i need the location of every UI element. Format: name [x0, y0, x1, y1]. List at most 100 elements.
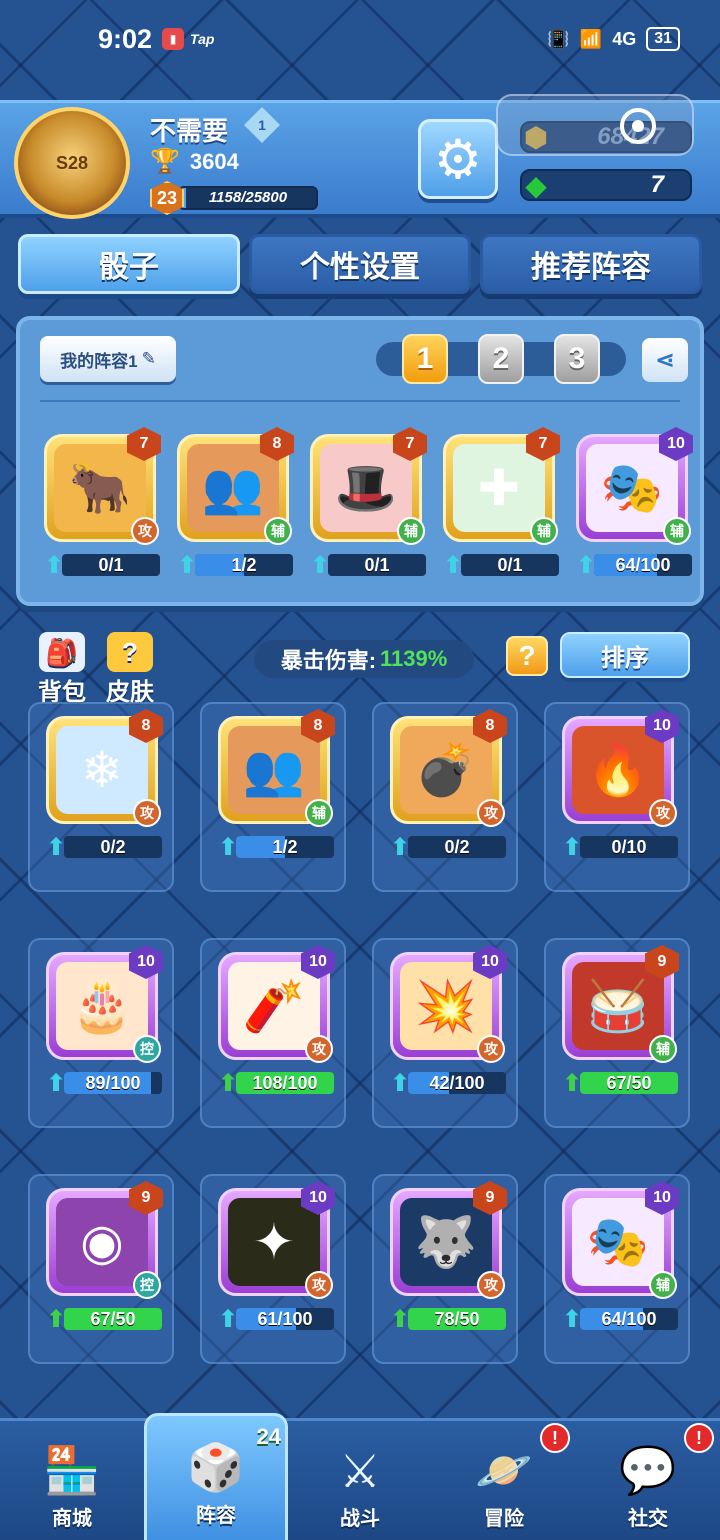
dice-card[interactable]: ✚ 7 辅 — [443, 427, 560, 545]
upgrade-arrow-icon: ⬆ — [442, 551, 464, 579]
dice-card[interactable]: 💣 8 攻 — [390, 709, 507, 827]
dice-type-badge: 攻 — [477, 799, 505, 827]
explosion-icon: 💥 — [400, 962, 492, 1050]
dice-card[interactable]: 👥 8 辅 — [218, 709, 335, 827]
dice-card[interactable]: 🎂 10 控 — [46, 945, 163, 1063]
nav-label: 商城 — [52, 1508, 92, 1530]
dice-card[interactable]: 🎭 10 辅 — [576, 427, 693, 545]
cake-icon: 🎂 — [56, 962, 148, 1050]
nav-swords[interactable]: ⚔ 战斗 — [288, 1421, 432, 1540]
upgrade-bar: 67/50 — [580, 1072, 678, 1094]
lineup-slot-3[interactable]: 3 — [554, 334, 600, 384]
dice-card[interactable]: 🎭 10 辅 — [562, 1181, 679, 1299]
nav-count-badge: 24 — [256, 1424, 281, 1449]
notification-app-icon: ▮ — [162, 28, 185, 50]
upgrade-bar: 0/10 — [580, 836, 678, 858]
dice-card[interactable]: ✦ 10 攻 — [218, 1181, 335, 1299]
dice-card[interactable]: 🐂 7 攻 — [44, 427, 161, 545]
upgrade-arrow-icon: ⬆ — [45, 833, 67, 861]
upgrade-progress-text: 67/50 — [90, 1309, 136, 1329]
tab-customize[interactable]: 个性设置 — [249, 234, 471, 294]
upgrade-progress-text: 0/2 — [100, 837, 126, 857]
edit-pencil-icon: ✎ — [141, 349, 156, 368]
upgrade-arrow-icon: ⬆ — [217, 833, 239, 861]
tab-recommended-lineups[interactable]: 推荐阵容 — [480, 234, 702, 294]
crit-damage-display: 暴击伤害: 1139% — [254, 640, 474, 678]
record-icon[interactable] — [620, 108, 656, 144]
shop-icon: 🏪 — [43, 1444, 101, 1496]
upgrade-progress-text: 61/100 — [257, 1309, 313, 1329]
gem-icon: ◆ — [525, 169, 547, 201]
player-name[interactable]: 不需要 — [150, 111, 228, 148]
screen-record-overlay[interactable] — [496, 94, 694, 156]
hat-icon: 🎩 — [320, 444, 412, 532]
trophy-icon: 🏆 — [150, 148, 180, 175]
planet-icon: 🪐 — [475, 1444, 533, 1496]
nav-dice[interactable]: 🎲 阵容 24 — [144, 1413, 288, 1540]
heal-cross-icon: ✚ — [453, 444, 545, 532]
lineup-slot-1[interactable]: 1 — [402, 334, 448, 384]
dice-card[interactable]: 🎩 7 辅 — [310, 427, 427, 545]
upgrade-arrow-icon: ⬆ — [45, 1069, 67, 1097]
network-type: 4G — [612, 28, 637, 49]
skin-button[interactable]: ? 皮肤 — [100, 632, 160, 707]
nav-chat[interactable]: 💬 社交! — [576, 1421, 720, 1540]
dice-card[interactable]: 🔥 10 攻 — [562, 709, 679, 827]
skin-icon: ? — [107, 632, 153, 672]
upgrade-arrow-icon: ⬆ — [575, 551, 597, 579]
upgrade-bar: 67/50 — [64, 1308, 162, 1330]
upgrade-progress-text: 1/2 — [272, 837, 298, 857]
firecracker-icon: 🧨 — [228, 962, 320, 1050]
tab-dice[interactable]: 骰子 — [18, 234, 240, 294]
gear-icon: ⚙ — [433, 129, 483, 190]
bottom-nav: 🏪 商城 🎲 阵容 24 ⚔ 战斗 🪐 冒险! 💬 社交! — [0, 1413, 720, 1540]
dice-type-badge: 控 — [133, 1271, 161, 1299]
upgrade-progress-text: 64/100 — [615, 555, 671, 575]
dice-card[interactable]: 💥 10 攻 — [390, 945, 507, 1063]
nav-alert-badge: ! — [540, 1423, 570, 1453]
lineup-slot-2[interactable]: 2 — [478, 334, 524, 384]
question-icon: ? — [518, 640, 536, 671]
vip-icon[interactable]: 1 — [244, 107, 280, 143]
dice-upgrade-progress: ⬆ 0/1 — [306, 552, 426, 579]
crit-damage-value: 1139% — [380, 646, 448, 671]
dice-card[interactable]: 🐺 9 攻 — [390, 1181, 507, 1299]
dice-type-badge: 攻 — [477, 1035, 505, 1063]
bag-button[interactable]: 🎒 背包 — [32, 632, 92, 707]
upgrade-arrow-icon: ⬆ — [217, 1305, 239, 1333]
upgrade-progress-text: 67/50 — [606, 1073, 652, 1093]
dice-card[interactable]: 🥁 9 辅 — [562, 945, 679, 1063]
share-icon: ⋖ — [654, 346, 676, 374]
nav-planet[interactable]: 🪐 冒险! — [432, 1421, 576, 1540]
nav-label: 战斗 — [340, 1508, 380, 1530]
help-button[interactable]: ? — [506, 636, 548, 676]
vibrate-icon: 📳 — [547, 28, 570, 49]
bull-icon: 🐂 — [54, 444, 146, 532]
my-lineup-button[interactable]: 我的阵容1 ✎ — [40, 336, 176, 382]
dice-card[interactable]: ◉ 9 控 — [46, 1181, 163, 1299]
upgrade-arrow-icon: ⬆ — [176, 551, 198, 579]
rank-badge[interactable]: S28 — [14, 107, 130, 219]
dice-card[interactable]: ❄ 8 攻 — [46, 709, 163, 827]
upgrade-bar: 108/100 — [236, 1072, 334, 1094]
upgrade-bar: 1/2 — [195, 554, 293, 576]
settings-button[interactable]: ⚙ — [418, 119, 498, 199]
upgrade-progress-text: 0/2 — [444, 837, 470, 857]
dice-upgrade-progress: ⬆ 1/2 — [173, 551, 293, 579]
xp-text: 1158/25800 — [208, 189, 288, 206]
tap-app-tag: Tap — [190, 31, 215, 47]
sort-button[interactable]: 排序 — [560, 632, 690, 678]
nav-shop[interactable]: 🏪 商城 — [0, 1421, 144, 1540]
share-button[interactable]: ⋖ — [642, 338, 688, 382]
upgrade-progress-text: 108/100 — [252, 1073, 318, 1093]
upgrade-bar: 1/2 — [236, 836, 334, 858]
dice-type-badge: 辅 — [305, 799, 333, 827]
dice-card[interactable]: 👥 8 辅 — [177, 427, 294, 545]
dice-type-badge: 辅 — [264, 517, 292, 545]
dice-card[interactable]: 🧨 10 攻 — [218, 945, 335, 1063]
dice-type-badge: 辅 — [649, 1035, 677, 1063]
upgrade-progress-text: 42/100 — [429, 1073, 485, 1093]
gem-balance[interactable]: ◆ 7 — [520, 169, 692, 201]
dice-upgrade-progress: ⬆ 0/1 — [40, 552, 160, 579]
dice-type-badge: 辅 — [649, 1271, 677, 1299]
